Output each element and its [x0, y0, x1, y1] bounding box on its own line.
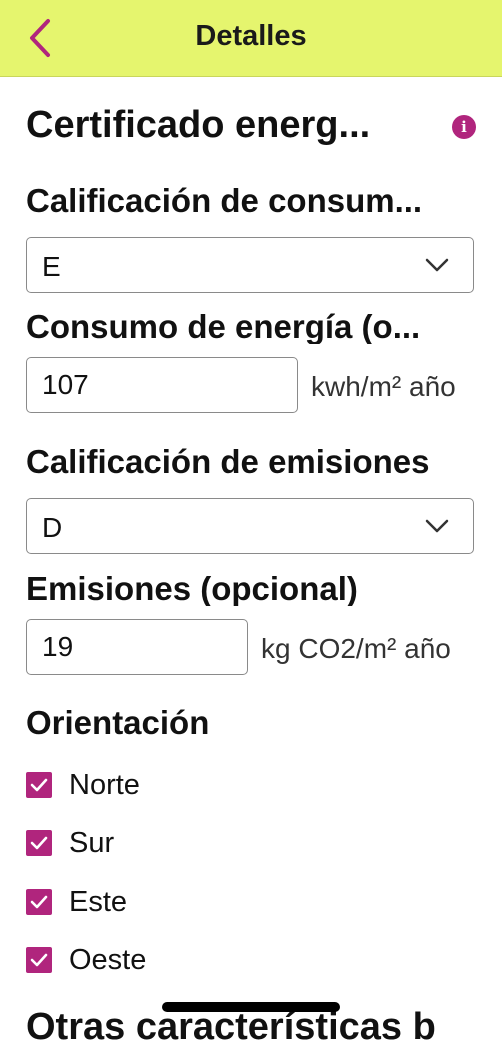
checkbox[interactable]: [26, 772, 52, 798]
checkmark-icon: [30, 895, 48, 909]
consumption-rating-label: Calificación de consum...: [26, 182, 423, 219]
orientation-option-norte[interactable]: Norte: [26, 765, 140, 805]
section-title: Certificado energ...: [26, 104, 371, 146]
emissions-rating-label: Calificación de emisiones: [26, 443, 430, 480]
orientation-option-este[interactable]: Este: [26, 882, 127, 922]
orientation-option-label: Sur: [69, 826, 115, 859]
next-section-title: Otras características b: [26, 1006, 436, 1048]
emissions-input[interactable]: [26, 619, 248, 675]
orientation-option-sur[interactable]: Sur: [26, 823, 114, 863]
emissions-unit: kg CO2/m² año: [261, 633, 451, 664]
energy-consumption-input[interactable]: [26, 357, 298, 413]
orientation-option-label: Norte: [69, 768, 140, 801]
emissions-rating-select[interactable]: D: [26, 498, 474, 554]
checkbox[interactable]: [26, 830, 52, 856]
energy-consumption-unit: kwh/m² año: [311, 371, 456, 402]
home-indicator[interactable]: [162, 1002, 340, 1012]
checkmark-icon: [30, 836, 48, 850]
consumption-rating-value: E: [42, 251, 61, 282]
chevron-down-icon: [425, 519, 449, 533]
orientation-option-label: Este: [69, 885, 128, 918]
orientation-label: Orientación: [26, 704, 210, 741]
consumption-rating-select[interactable]: E: [26, 237, 474, 293]
orientation-option-oeste[interactable]: Oeste: [26, 940, 146, 980]
chevron-down-icon: [425, 258, 449, 272]
checkmark-icon: [30, 953, 48, 967]
checkbox[interactable]: [26, 947, 52, 973]
top-bar: Detalles: [0, 0, 502, 77]
checkbox[interactable]: [26, 889, 52, 915]
emissions-rating-value: D: [42, 512, 63, 543]
emissions-label: Emisiones (opcional): [26, 570, 358, 606]
checkmark-icon: [30, 778, 48, 792]
info-icon[interactable]: i: [452, 115, 476, 139]
page-title: Detalles: [195, 20, 307, 52]
orientation-option-label: Oeste: [69, 943, 147, 976]
energy-consumption-label: Consumo de energía (o...: [26, 308, 421, 344]
